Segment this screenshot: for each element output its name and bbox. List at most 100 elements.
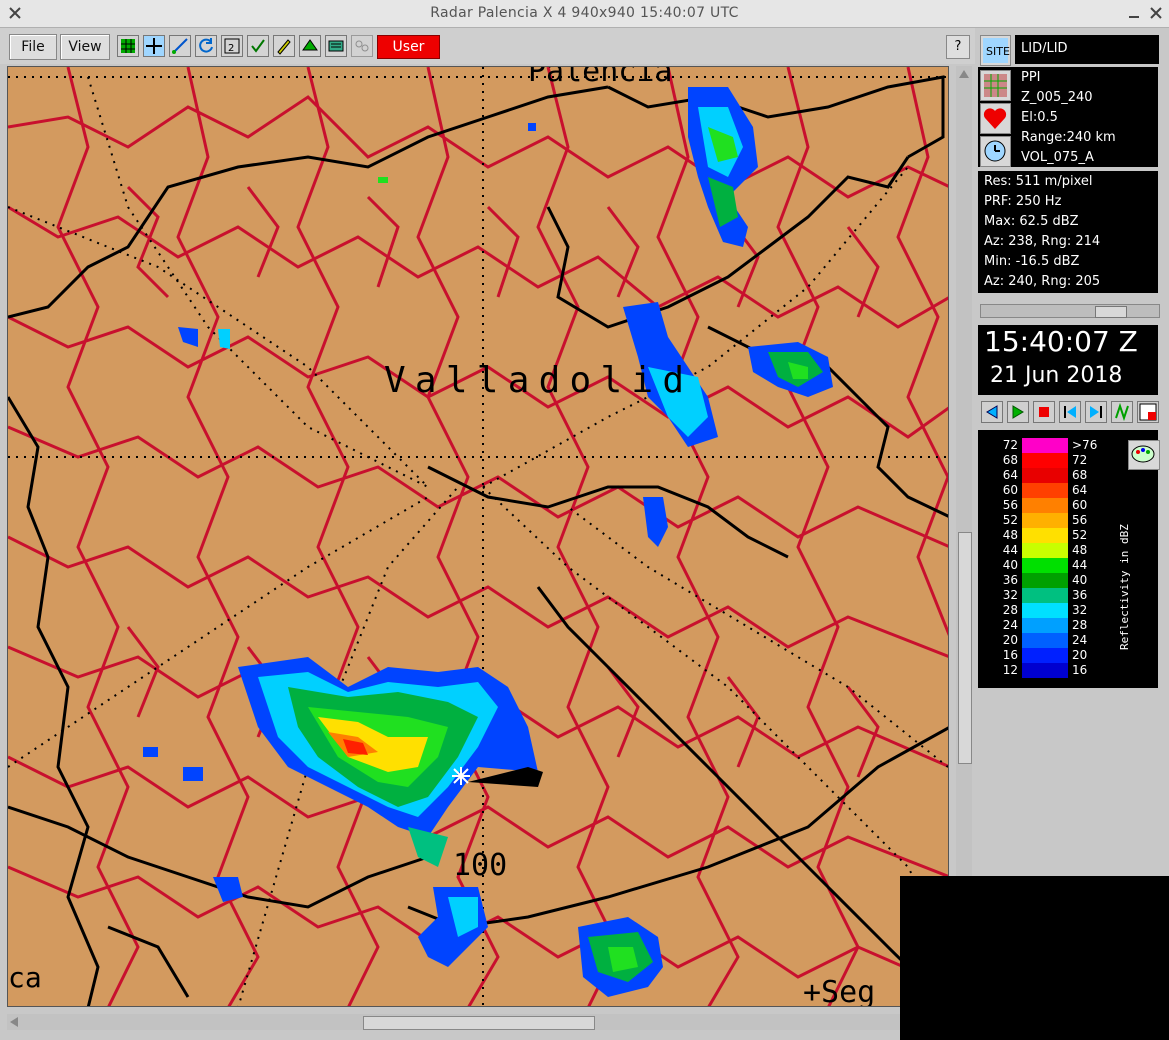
horizontal-scroll-thumb[interactable] <box>363 1016 595 1030</box>
legend-right-tick: 32 <box>1072 603 1087 617</box>
radar-map-canvas[interactable]: Valladolid 100 +Seg ca Palencia <box>8 67 949 1007</box>
split-tool-button[interactable]: 2 <box>221 35 243 57</box>
stats-panel: Res: 511 m/pixel PRF: 250 Hz Max: 62.5 d… <box>978 171 1158 293</box>
scroll-up-icon[interactable] <box>956 67 972 81</box>
svg-text:SITE: SITE <box>986 45 1010 58</box>
legend-right-tick: 20 <box>1072 648 1087 662</box>
legend-right-tick: 64 <box>1072 483 1087 497</box>
site-icon: SITE <box>983 38 1010 63</box>
window-title: Radar Palencia X 4 940x940 15:40:07 UTC <box>430 5 739 21</box>
source-label: LID/LID <box>1021 41 1068 56</box>
legend-left-tick: 68 <box>1003 453 1018 467</box>
map-label-range-100: 100 <box>453 848 507 883</box>
file-menu-button[interactable]: File <box>9 34 57 60</box>
draw-tool-button[interactable] <box>273 35 295 57</box>
product-name: Z_005_240 <box>1021 90 1093 105</box>
map-label-top: Palencia <box>528 67 673 89</box>
stat-max-az: Az: 238, Rng: 214 <box>984 234 1101 249</box>
check-icon <box>251 39 265 53</box>
vertical-scrollbar[interactable] <box>956 66 972 1007</box>
loop-icon <box>1115 402 1129 422</box>
heart-icon <box>983 108 1007 129</box>
palette-button[interactable] <box>1128 440 1160 470</box>
legend-left-tick: 48 <box>1003 528 1018 542</box>
legend-right-tick: 68 <box>1072 468 1087 482</box>
legend-color-4 <box>1022 498 1068 513</box>
link-icon <box>355 40 369 52</box>
export-tool-button[interactable] <box>325 35 347 57</box>
ppi-icon <box>984 74 1007 97</box>
legend-color-5 <box>1022 513 1068 528</box>
product-type-button[interactable] <box>980 70 1011 101</box>
legend-left-tick: 32 <box>1003 588 1018 602</box>
legend-left-tick: 52 <box>1003 513 1018 527</box>
health-button[interactable] <box>980 103 1011 134</box>
legend-color-15 <box>1022 663 1068 678</box>
stat-min-az: Az: 240, Rng: 205 <box>984 274 1101 289</box>
legend-color-14 <box>1022 648 1068 663</box>
anim-split-button[interactable] <box>1137 401 1159 423</box>
radar-map[interactable]: Valladolid 100 +Seg ca Palencia <box>7 66 949 1007</box>
legend-left-tick: 60 <box>1003 483 1018 497</box>
anim-stop-button[interactable] <box>1033 401 1055 423</box>
legend-color-9 <box>1022 573 1068 588</box>
legend-color-0 <box>1022 438 1068 453</box>
refresh-tool-button[interactable] <box>195 35 217 57</box>
horizontal-scrollbar[interactable] <box>7 1014 949 1030</box>
legend-left-tick: 28 <box>1003 603 1018 617</box>
crosshair-icon <box>146 38 162 54</box>
legend-left-tick: 56 <box>1003 498 1018 512</box>
black-overlay-region <box>900 876 1169 1040</box>
anim-first-button[interactable] <box>1059 401 1081 423</box>
svg-text:2: 2 <box>228 43 234 54</box>
legend-right-tick: 24 <box>1072 633 1087 647</box>
crosshair-tool-button[interactable] <box>143 35 165 57</box>
scroll-left-icon[interactable] <box>7 1014 21 1030</box>
legend-left-tick: 36 <box>1003 573 1018 587</box>
side-slider-thumb[interactable] <box>1095 306 1127 318</box>
disabled-tool-button[interactable] <box>351 35 373 57</box>
clock-time: 15:40:07 Z <box>984 325 1138 358</box>
split-frames-icon <box>1139 403 1157 421</box>
help-button[interactable]: ? <box>946 35 970 59</box>
legend-left-tick: 64 <box>1003 468 1018 482</box>
map-label-segovia: +Seg <box>803 975 875 1007</box>
anim-back-button[interactable] <box>981 401 1003 423</box>
grid-icon <box>121 39 135 53</box>
product-range: Range:240 km <box>1021 130 1116 145</box>
legend-title: Reflectivity in dBZ <box>1118 524 1131 650</box>
clock-date: 21 Jun 2018 <box>990 363 1123 388</box>
view-menu-button[interactable]: View <box>60 34 110 60</box>
play-icon <box>1012 405 1024 419</box>
legend-left-tick: 12 <box>1003 663 1018 677</box>
legend-left-tick: 40 <box>1003 558 1018 572</box>
stat-max: Max: 62.5 dBZ <box>984 214 1079 229</box>
time-button[interactable] <box>980 136 1011 167</box>
side-slider[interactable] <box>980 304 1160 318</box>
vertical-scroll-thumb[interactable] <box>958 532 972 764</box>
anim-last-button[interactable] <box>1085 401 1107 423</box>
site-select-button[interactable]: SITE <box>980 35 1011 66</box>
check-tool-button[interactable] <box>247 35 269 57</box>
radar-site-marker <box>452 767 470 785</box>
layer-tool-button[interactable] <box>299 35 321 57</box>
legend-color-3 <box>1022 483 1068 498</box>
grid-tool-button[interactable] <box>117 35 139 57</box>
stop-icon <box>1039 407 1049 417</box>
close-window-icon[interactable] <box>1149 6 1163 20</box>
legend-left-tick: 72 <box>1003 438 1018 452</box>
pencil-icon <box>277 39 291 55</box>
legend-color-13 <box>1022 633 1068 648</box>
product-type: PPI <box>1021 70 1041 85</box>
first-frame-icon <box>1064 406 1076 418</box>
anim-forward-button[interactable] <box>1007 401 1029 423</box>
ruler-tool-button[interactable] <box>169 35 191 57</box>
legend-right-tick: 16 <box>1072 663 1087 677</box>
refresh-icon <box>199 38 213 53</box>
legend-color-11 <box>1022 603 1068 618</box>
user-button[interactable]: User <box>377 35 440 59</box>
source-panel: LID/LID <box>1015 35 1159 64</box>
legend-color-8 <box>1022 558 1068 573</box>
minimize-icon[interactable] <box>1127 6 1141 20</box>
anim-loop-button[interactable] <box>1111 401 1133 423</box>
